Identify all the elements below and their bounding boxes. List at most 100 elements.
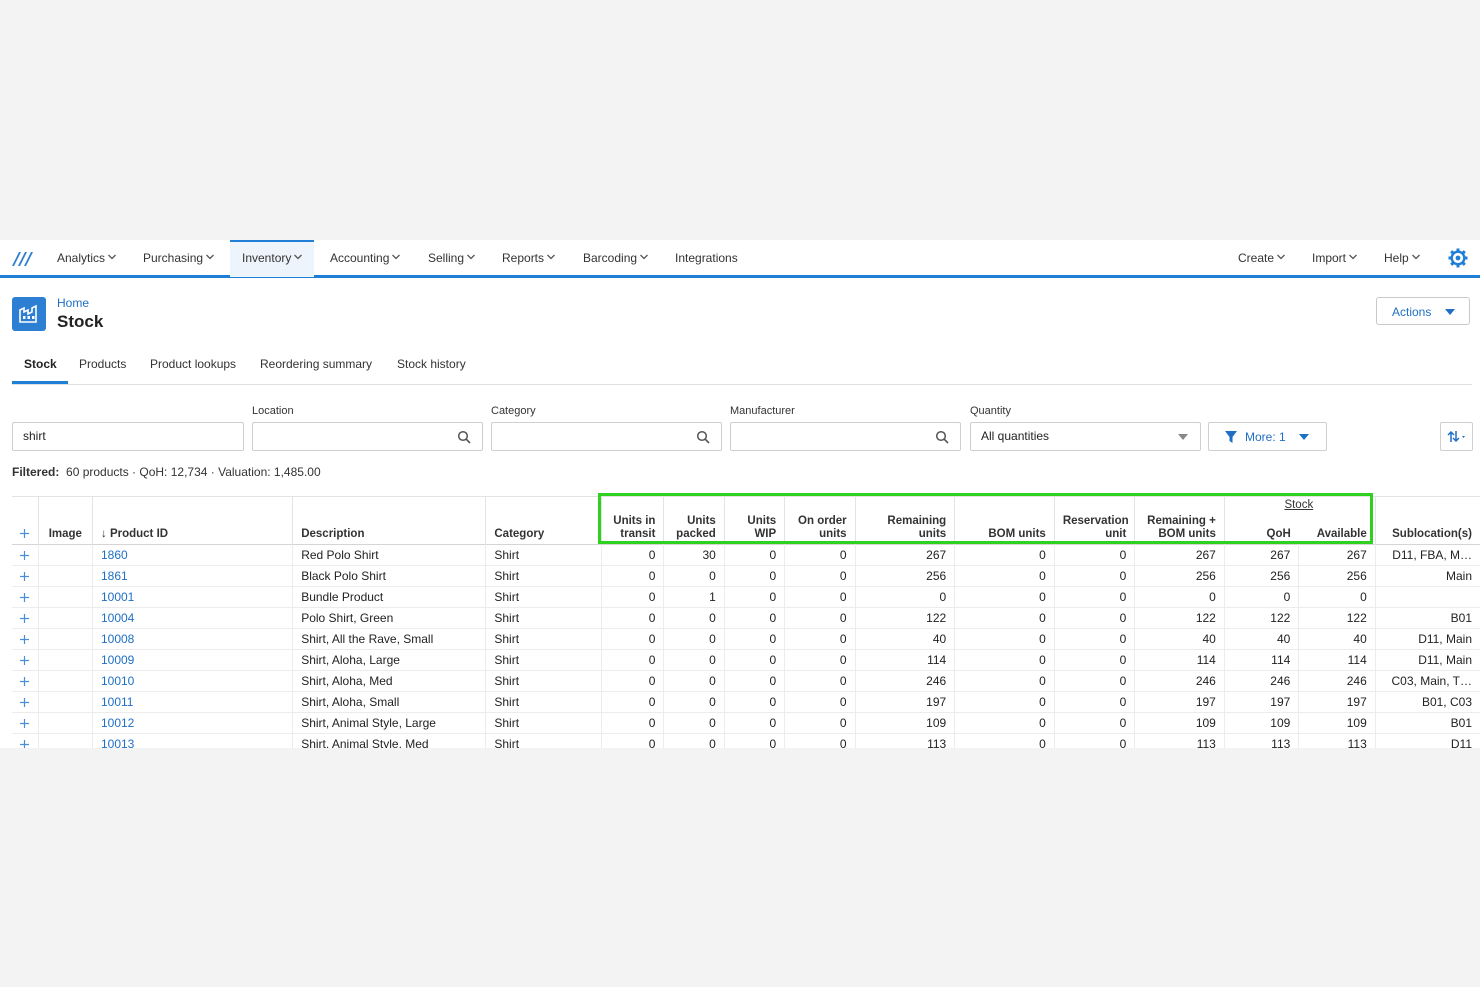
col-description[interactable]: Description <box>292 496 486 545</box>
actions-button[interactable]: Actions <box>1376 297 1470 325</box>
col-qoh[interactable]: Stock QoH <box>1223 496 1313 545</box>
search-icon[interactable] <box>457 430 471 444</box>
available-cell: 267 <box>1298 544 1376 566</box>
units-in-transit-cell: 0 <box>601 628 664 650</box>
col-bom-units[interactable]: BOM units <box>954 496 1055 545</box>
settings-gear-icon[interactable] <box>1448 248 1468 268</box>
col-reservation-unit[interactable]: Reservation unit <box>1053 496 1135 545</box>
col-category[interactable]: Category <box>485 496 602 545</box>
expand-plus-icon[interactable] <box>20 740 29 748</box>
tab-products[interactable]: Products <box>79 357 126 371</box>
product-id-link[interactable]: 10001 <box>91 586 293 608</box>
search-input[interactable]: shirt <box>12 422 244 451</box>
nav-purchasing[interactable]: Purchasing <box>143 240 215 275</box>
bom-units-cell: 0 <box>954 565 1055 587</box>
nav-reports[interactable]: Reports <box>502 240 555 275</box>
nav-create[interactable]: Create <box>1238 240 1285 275</box>
chevron-down-icon <box>640 254 649 260</box>
col-remaining-units[interactable]: Remaining units <box>854 496 955 545</box>
table-row[interactable]: 10001 Bundle Product Shirt 0 1 0 0 0 0 0 0 0 0 <box>12 586 1480 608</box>
location-field[interactable] <box>252 422 483 451</box>
col-product-id[interactable]: ↓ Product ID <box>91 496 293 545</box>
table-row[interactable]: 10010 Shirt, Aloha, Med Shirt 0 0 0 0 246 0 0 246 2… <box>12 670 1480 692</box>
stock-group-header[interactable]: Stock <box>1225 499 1373 512</box>
chevron-down-icon <box>547 254 555 260</box>
expand-row-cell[interactable] <box>12 628 39 650</box>
nav-selling[interactable]: Selling <box>428 240 475 275</box>
col-units-wip[interactable]: Units WIP <box>723 496 785 545</box>
expand-row-cell[interactable] <box>12 565 39 587</box>
category-cell: Shirt <box>485 670 602 692</box>
units-in-transit-cell: 0 <box>601 586 664 608</box>
expand-plus-icon[interactable] <box>20 677 29 686</box>
product-id-link[interactable]: 10013 <box>91 733 293 748</box>
table-row[interactable]: 10012 Shirt, Animal Style, Large Shirt 0 0 0 0… <box>12 712 1480 734</box>
search-icon[interactable] <box>935 430 949 444</box>
expand-all-column[interactable] <box>12 497 38 545</box>
expand-row-cell[interactable] <box>12 586 39 608</box>
table-row[interactable]: 10004 Polo Shirt, Green Shirt 0 0 0 0 122 0 0 122 1… <box>12 607 1480 629</box>
tab-reordering-summary[interactable]: Reordering summary <box>260 357 372 371</box>
col-units-packed[interactable]: Units packed <box>663 496 725 545</box>
expand-plus-icon[interactable] <box>20 593 29 602</box>
table-row[interactable]: 1860 Red Polo Shirt Shirt 0 30 0 0 267 0 0 267 267 2… <box>12 544 1480 566</box>
product-id-link[interactable]: 1861 <box>91 565 293 587</box>
tab-stock-history[interactable]: Stock history <box>397 357 466 371</box>
nav-barcoding[interactable]: Barcoding <box>583 240 649 275</box>
product-id-link[interactable]: 10011 <box>91 691 293 713</box>
quantity-select[interactable]: All quantities <box>970 422 1201 451</box>
expand-plus-icon[interactable] <box>20 551 29 560</box>
expand-row-cell[interactable] <box>12 544 39 566</box>
tab-product-lookups[interactable]: Product lookups <box>150 357 236 371</box>
product-id-link[interactable]: 10010 <box>91 670 293 692</box>
table-row[interactable]: 10011 Shirt, Aloha, Small Shirt 0 0 0 0 197 0 0 19… <box>12 691 1480 713</box>
expand-row-cell[interactable] <box>12 691 39 713</box>
filter-summary-label: Filtered: <box>12 465 60 479</box>
expand-plus-icon[interactable] <box>20 572 29 581</box>
table-row[interactable]: 10009 Shirt, Aloha, Large Shirt 0 0 0 0 114 0 0 11… <box>12 649 1480 671</box>
available-cell: 0 <box>1298 586 1376 608</box>
app-logo-icon[interactable] <box>11 249 35 267</box>
nav-accounting[interactable]: Accounting <box>330 240 401 275</box>
product-id-link[interactable]: 10009 <box>91 649 293 671</box>
expand-plus-icon[interactable] <box>20 529 30 538</box>
manufacturer-field[interactable] <box>730 422 961 451</box>
breadcrumb-home-link[interactable]: Home <box>57 296 89 310</box>
col-sublocations[interactable]: Sublocation(s) <box>1374 496 1480 545</box>
col-on-order-units[interactable]: On order units <box>784 496 856 545</box>
expand-plus-icon[interactable] <box>20 614 29 623</box>
tab-stock[interactable]: Stock <box>24 357 57 371</box>
expand-row-cell[interactable] <box>12 670 39 692</box>
col-units-in-transit[interactable]: Units in transit <box>601 496 664 545</box>
table-row[interactable]: 1861 Black Polo Shirt Shirt 0 0 0 0 256 0 0 256 256… <box>12 565 1480 587</box>
chevron-down-icon <box>108 254 116 260</box>
expand-plus-icon[interactable] <box>20 656 29 665</box>
sort-options-button[interactable] <box>1440 422 1473 451</box>
nav-analytics[interactable]: Analytics <box>57 240 116 275</box>
expand-plus-icon[interactable] <box>20 635 29 644</box>
search-icon[interactable] <box>696 430 710 444</box>
qoh-cell: 113 <box>1223 733 1299 748</box>
expand-row-cell[interactable] <box>12 733 39 748</box>
nav-import[interactable]: Import <box>1312 240 1357 275</box>
nav-help[interactable]: Help <box>1384 240 1420 275</box>
expand-row-cell[interactable] <box>12 607 39 629</box>
product-id-link[interactable]: 10004 <box>91 607 293 629</box>
expand-plus-icon[interactable] <box>20 719 29 728</box>
nav-inventory[interactable]: Inventory <box>230 240 315 277</box>
product-id-link[interactable]: 1860 <box>91 544 293 566</box>
col-image[interactable]: Image <box>37 496 93 545</box>
category-field[interactable] <box>491 422 722 451</box>
table-row[interactable]: 10008 Shirt, All the Rave, Small Shirt 0 0 0 0… <box>12 628 1480 650</box>
reservation-unit-cell: 0 <box>1053 733 1135 748</box>
nav-integrations[interactable]: Integrations <box>675 240 738 275</box>
expand-row-cell[interactable] <box>12 649 39 671</box>
table-row[interactable]: 10013 Shirt, Animal Style, Med Shirt 0 0 0 0 11… <box>12 733 1480 748</box>
product-id-link[interactable]: 10008 <box>91 628 293 650</box>
expand-row-cell[interactable] <box>12 712 39 734</box>
product-id-link[interactable]: 10012 <box>91 712 293 734</box>
more-filters-button[interactable]: More: 1 <box>1208 422 1327 451</box>
bom-units-cell: 0 <box>954 586 1055 608</box>
col-remaining-bom-units[interactable]: Remaining + BOM units <box>1134 496 1225 545</box>
expand-plus-icon[interactable] <box>20 698 29 707</box>
